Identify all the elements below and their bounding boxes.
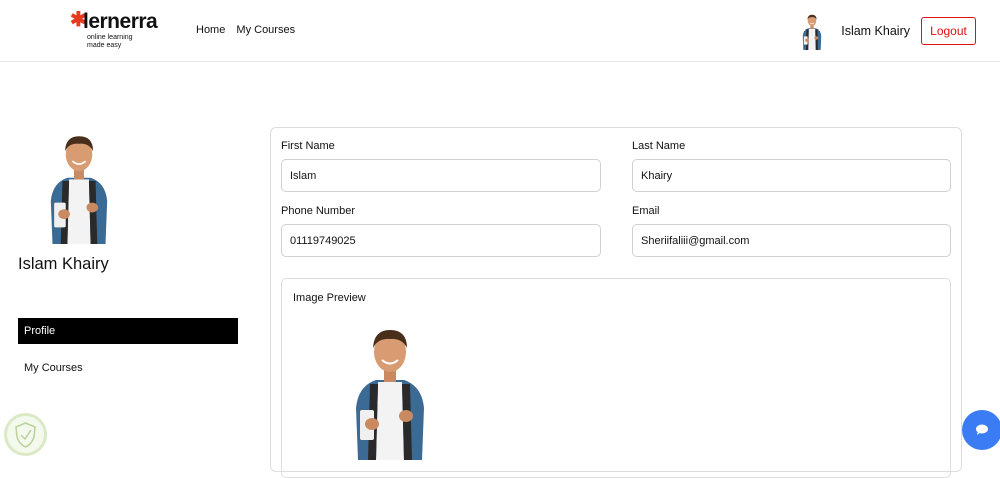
- brand-logo[interactable]: ✱ lernerra online learning made easy: [70, 10, 160, 52]
- last-name-label: Last Name: [632, 140, 686, 152]
- chat-bubble-icon[interactable]: [962, 410, 1000, 450]
- nav-home-link[interactable]: Home: [196, 24, 225, 36]
- last-name-input[interactable]: [632, 159, 951, 192]
- phone-label: Phone Number: [281, 205, 355, 217]
- preview-image: [340, 319, 440, 461]
- brand-tagline: online learning made easy: [87, 34, 157, 50]
- tagline-line-1: online learning: [87, 34, 133, 41]
- header-user-area: Islam Khairy Logout: [797, 12, 976, 50]
- profile-name: Islam Khairy: [18, 255, 109, 273]
- brand-name: lernerra: [83, 10, 158, 33]
- sidebar-item-my-courses[interactable]: My Courses: [24, 362, 83, 374]
- profile-avatar: [37, 128, 121, 244]
- image-preview-box: Image Preview: [281, 278, 951, 478]
- sidebar-item-profile[interactable]: Profile: [18, 318, 238, 344]
- top-navbar: ✱ lernerra online learning made easy Hom…: [0, 0, 1000, 62]
- phone-input[interactable]: [281, 224, 601, 257]
- image-preview-title: Image Preview: [293, 292, 366, 304]
- main-nav: Home My Courses: [196, 24, 303, 36]
- header-avatar[interactable]: [797, 12, 827, 50]
- nav-my-courses-link[interactable]: My Courses: [236, 24, 295, 36]
- email-label: Email: [632, 205, 660, 217]
- tagline-line-2: made easy: [87, 42, 122, 49]
- header-username: Islam Khairy: [841, 24, 910, 38]
- logout-button[interactable]: Logout: [921, 17, 976, 45]
- email-input[interactable]: [632, 224, 951, 257]
- first-name-input[interactable]: [281, 159, 601, 192]
- first-name-label: First Name: [281, 140, 335, 152]
- shield-badge-icon: [4, 413, 47, 456]
